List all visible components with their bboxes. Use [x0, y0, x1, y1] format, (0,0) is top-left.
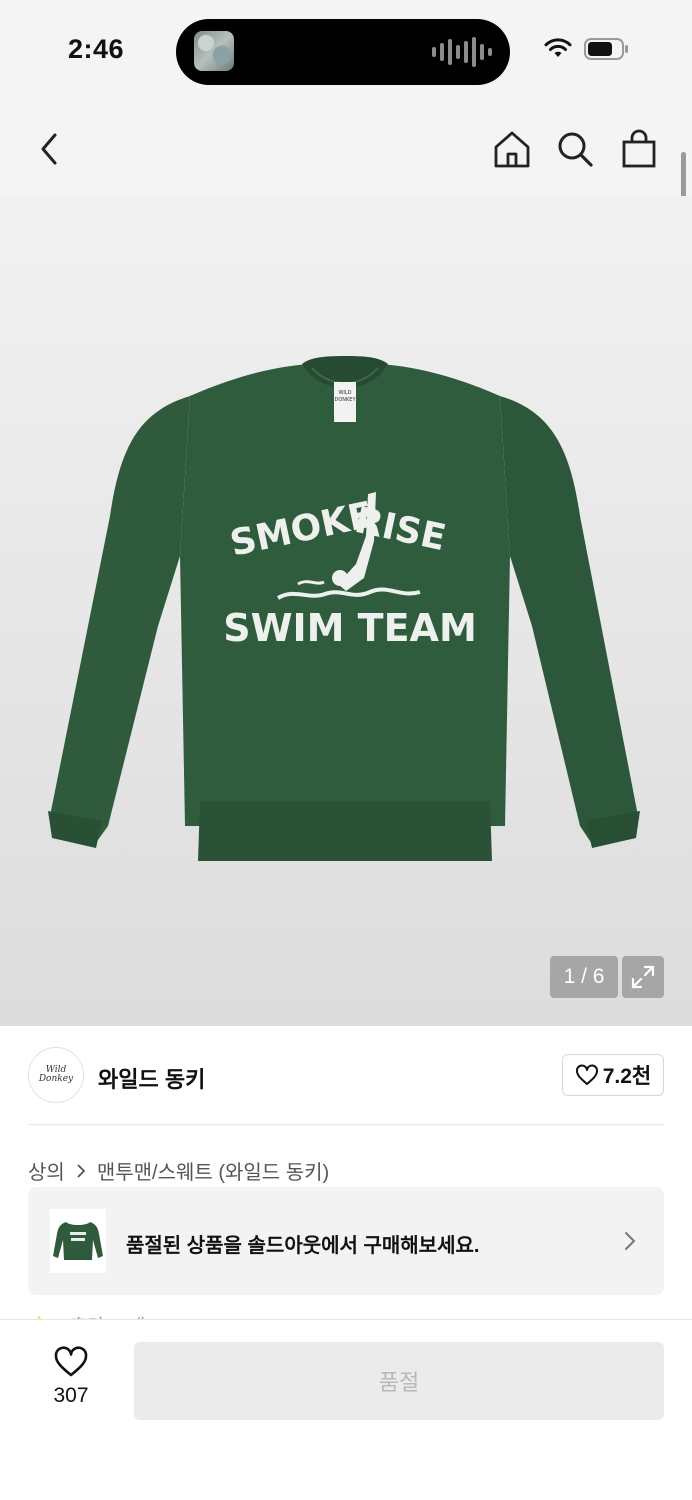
- brand-row[interactable]: Wild Donkey 와일드 동키 7.2천: [0, 1026, 692, 1126]
- breadcrumb: 상의 맨투맨/스웨트 (와일드 동키): [28, 1156, 329, 1185]
- cart-button[interactable]: [616, 126, 662, 172]
- soldout-button[interactable]: 품절: [134, 1342, 664, 1420]
- bottom-action-bar: 307 품절: [0, 1319, 692, 1500]
- breadcrumb-category[interactable]: 상의: [28, 1156, 65, 1185]
- search-button[interactable]: [552, 126, 598, 172]
- breadcrumb-chevron-icon: [73, 1163, 89, 1179]
- chevron-right-icon: [620, 1227, 640, 1255]
- home-button[interactable]: [489, 126, 535, 172]
- search-icon: [558, 132, 593, 167]
- brand-name[interactable]: 와일드 동키: [98, 1062, 205, 1094]
- status-time: 2:46: [68, 34, 125, 64]
- image-counter: 1 / 6: [550, 956, 618, 998]
- expand-image-button[interactable]: [622, 956, 664, 998]
- print-text-bottom: SWIM TEAM: [223, 606, 477, 650]
- product-image-carousel[interactable]: WILD DONKEY SMOKE RISE SWIM TEAM 1 / 6: [0, 196, 692, 1026]
- home-icon: [494, 131, 530, 168]
- neck-label-line-1: WILD: [338, 390, 351, 396]
- back-chevron-icon: [41, 133, 57, 165]
- back-button[interactable]: [26, 126, 72, 172]
- shopping-bag-icon: [622, 129, 656, 168]
- top-navigation: [0, 104, 692, 196]
- battery-icon: [584, 38, 628, 60]
- brand-like-button[interactable]: 7.2천: [562, 1054, 664, 1096]
- neck-label-line-2: DONKEY: [334, 397, 356, 403]
- audio-waveform-icon: [432, 37, 492, 67]
- wishlist-count: 307: [53, 1384, 89, 1407]
- expand-icon: [631, 965, 655, 989]
- status-icons: [544, 38, 630, 60]
- status-bar: 2:46: [0, 0, 692, 104]
- wishlist-button[interactable]: 307: [36, 1346, 106, 1408]
- now-playing-artwork: [194, 31, 234, 71]
- soldout-banner-thumbnail: [50, 1209, 106, 1273]
- brand-like-count: 7.2천: [602, 1065, 652, 1088]
- wifi-icon: [544, 38, 572, 57]
- divider: [28, 1124, 664, 1125]
- soldout-banner[interactable]: 품절된 상품을 솔드아웃에서 구매해보세요.: [28, 1187, 664, 1295]
- breadcrumb-subcategory[interactable]: 맨투맨/스웨트 (와일드 동키): [97, 1156, 329, 1185]
- heart-icon: [575, 1064, 598, 1085]
- soldout-banner-message: 품절된 상품을 솔드아웃에서 구매해보세요.: [126, 1235, 480, 1257]
- product-image: WILD DONKEY SMOKE RISE SWIM TEAM: [48, 356, 640, 861]
- heart-icon: [54, 1346, 88, 1377]
- dynamic-island: [176, 19, 510, 85]
- brand-logo[interactable]: Wild Donkey: [28, 1047, 84, 1103]
- brand-logo-text: Wild Donkey: [38, 1065, 74, 1084]
